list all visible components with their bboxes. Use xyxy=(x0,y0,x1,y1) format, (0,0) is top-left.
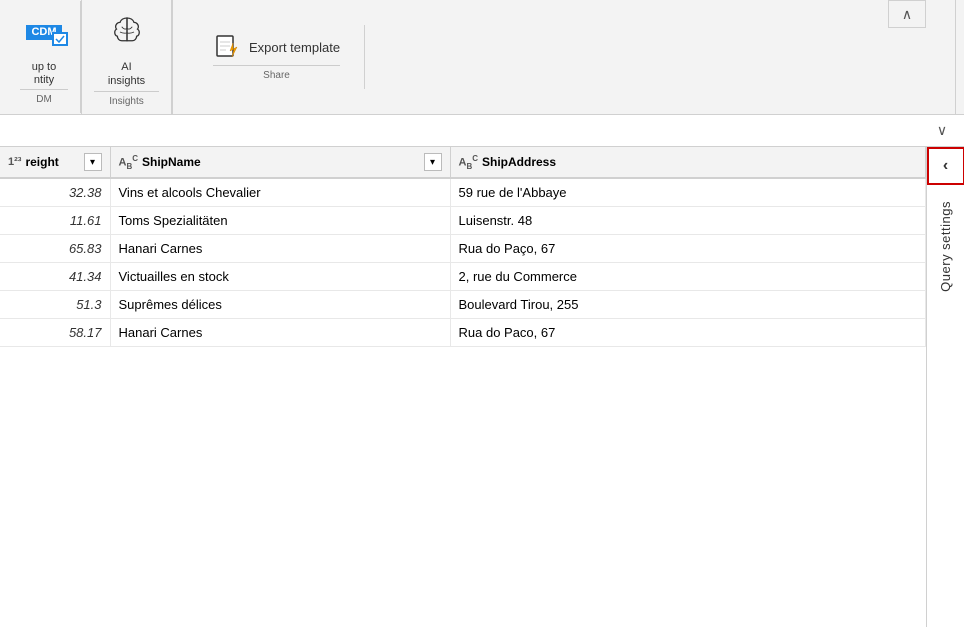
table-header-row: 1²³ reight ▾ ABC ShipName ▾ xyxy=(0,147,926,178)
insights-section-label: Insights xyxy=(94,91,159,107)
freight-filter-button[interactable]: ▾ xyxy=(84,153,102,171)
cell-freight: 41.34 xyxy=(0,263,110,291)
table-container: 1²³ reight ▾ ABC ShipName ▾ xyxy=(0,147,926,627)
cell-freight: 51.3 xyxy=(0,291,110,319)
shipname-type-icon: ABC xyxy=(119,154,139,171)
shipaddress-col-label: ShipAddress xyxy=(482,155,556,169)
share-section-label: Share xyxy=(213,65,340,81)
table-row[interactable]: 11.61Toms SpezialitätenLuisenstr. 48 xyxy=(0,207,926,235)
entity-label: ntity xyxy=(34,74,54,86)
query-settings-toggle-button[interactable]: ‹ xyxy=(927,147,964,185)
cell-shipname: Hanari Carnes xyxy=(110,235,450,263)
query-settings-label[interactable]: Query settings xyxy=(934,193,957,300)
table-scroll[interactable]: 1²³ reight ▾ ABC ShipName ▾ xyxy=(0,147,926,627)
cell-shipaddress: Rua do Paço, 67 xyxy=(450,235,926,263)
table-row[interactable]: 32.38Vins et alcools Chevalier59 rue de … xyxy=(0,178,926,207)
col-header-shipaddress: ABC ShipAddress xyxy=(450,147,926,178)
map-to-label: up to xyxy=(32,61,56,73)
data-table: 1²³ reight ▾ ABC ShipName ▾ xyxy=(0,147,926,347)
freight-col-label: reight xyxy=(25,155,58,169)
formula-bar: ∨ xyxy=(0,115,964,147)
main-content: 1²³ reight ▾ ABC ShipName ▾ xyxy=(0,147,964,627)
cell-freight: 58.17 xyxy=(0,319,110,347)
formula-bar-chevron[interactable]: ∨ xyxy=(928,117,956,145)
cell-shipname: Victuailles en stock xyxy=(110,263,450,291)
cdm-group: CDM up to ntity DM xyxy=(8,0,82,114)
chevron-down-icon: ∨ xyxy=(937,122,947,139)
table-row[interactable]: 58.17Hanari CarnesRua do Paco, 67 xyxy=(0,319,926,347)
table-row[interactable]: 65.83Hanari CarnesRua do Paço, 67 xyxy=(0,235,926,263)
shipname-filter-button[interactable]: ▾ xyxy=(424,153,442,171)
cdm-section-label: DM xyxy=(20,89,68,105)
toolbar-collapse-button[interactable]: ∧ xyxy=(888,0,926,28)
ai-insights-label: AI insights xyxy=(108,60,145,89)
cell-freight: 11.61 xyxy=(0,207,110,235)
cell-shipaddress: Luisenstr. 48 xyxy=(450,207,926,235)
cell-shipname: Hanari Carnes xyxy=(110,319,450,347)
export-template-button[interactable]: Export template Share xyxy=(189,25,365,89)
cell-shipaddress: 2, rue du Commerce xyxy=(450,263,926,291)
cell-shipaddress: Boulevard Tirou, 255 xyxy=(450,291,926,319)
ai-insights-button[interactable]: AI insights Insights xyxy=(82,0,172,115)
cell-shipaddress: 59 rue de l'Abbaye xyxy=(450,178,926,207)
freight-type-icon: 1²³ xyxy=(8,156,21,168)
cdm-button[interactable]: CDM up to ntity DM xyxy=(8,1,81,113)
col-header-shipname: ABC ShipName ▾ xyxy=(110,147,450,178)
query-settings-chevron-icon: ‹ xyxy=(943,157,948,175)
insights-group: AI insights Insights xyxy=(82,0,173,114)
shipaddress-type-icon: ABC xyxy=(459,154,479,171)
query-settings-panel: ‹ Query settings xyxy=(926,147,964,627)
cell-freight: 65.83 xyxy=(0,235,110,263)
cell-shipname: Toms Spezialitäten xyxy=(110,207,450,235)
export-template-label: Export template xyxy=(249,40,340,55)
cell-shipaddress: Rua do Paco, 67 xyxy=(450,319,926,347)
collapse-icon: ∧ xyxy=(902,6,912,23)
col-header-freight: 1²³ reight ▾ xyxy=(0,147,110,178)
table-row[interactable]: 51.3Suprêmes délicesBoulevard Tirou, 255 xyxy=(0,291,926,319)
cell-freight: 32.38 xyxy=(0,178,110,207)
formula-input[interactable] xyxy=(8,124,928,138)
cell-shipname: Suprêmes délices xyxy=(110,291,450,319)
table-row[interactable]: 41.34Victuailles en stock2, rue du Comme… xyxy=(0,263,926,291)
cell-shipname: Vins et alcools Chevalier xyxy=(110,178,450,207)
toolbar: CDM up to ntity DM xyxy=(0,0,964,115)
shipname-col-label: ShipName xyxy=(142,155,201,169)
share-group: Export template Share xyxy=(173,0,956,114)
